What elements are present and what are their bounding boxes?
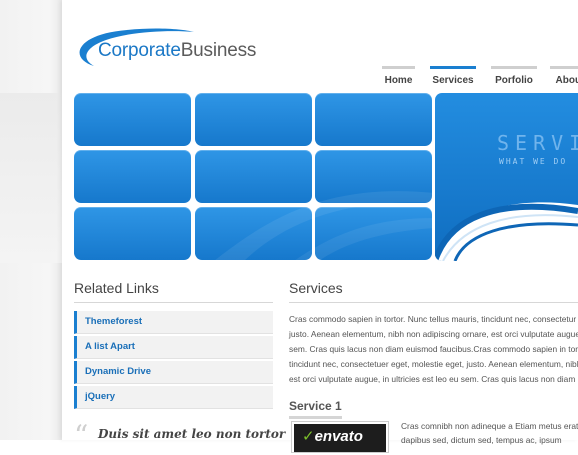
- service-1-thumbnail[interactable]: ✓envato: [291, 421, 389, 453]
- page: CorporateBusiness Home Services Porfolio…: [62, 0, 578, 453]
- hero-wave-overlay: [214, 191, 435, 261]
- service-text-line: dapibus sed, dictum sed, tempus ac, ipsu…: [401, 435, 562, 445]
- nav-services[interactable]: Services: [430, 66, 476, 93]
- nav-about[interactable]: About: [550, 66, 578, 93]
- services-paragraph: Cras commodo sapien in tortor. Nunc tell…: [289, 312, 578, 387]
- page-title: Services: [289, 280, 578, 303]
- hero-swoosh: [435, 202, 578, 261]
- related-links-list: Themeforest A list Apart Dynamic Drive j…: [74, 311, 273, 409]
- paragraph-line: sem. Cras quis lacus non diam euismod fa…: [289, 344, 578, 354]
- quote-icon: “: [74, 419, 89, 452]
- link-a-list-apart[interactable]: A list Apart: [74, 336, 273, 359]
- thumb-label: envato: [314, 428, 363, 445]
- link-jquery[interactable]: jQuery: [74, 386, 273, 409]
- paragraph-line: tincidunt nec, consectetuer eget, molest…: [289, 359, 578, 369]
- logo-text: CorporateBusiness: [98, 40, 256, 62]
- logo-word-corporate: Corporate: [98, 40, 181, 61]
- logo[interactable]: CorporateBusiness: [72, 22, 272, 68]
- service-text-line: Cras comnibh non adineque a Etiam metus …: [401, 421, 578, 431]
- service-1-heading: Service 1: [289, 399, 342, 419]
- logo-word-business: Business: [180, 40, 257, 61]
- service-1-text: Cras comnibh non adineque a Etiam metus …: [401, 419, 578, 447]
- envato-logo: ✓envato: [294, 424, 386, 452]
- left-gutter-band: [0, 93, 62, 263]
- paragraph-line: est orci vulputate augue, in ultricies e…: [289, 374, 576, 384]
- paragraph-line: Cras commodo sapien in tortor. Nunc tell…: [289, 314, 577, 324]
- paragraph-line: justo. Aenean elementum, nibh non adipis…: [289, 329, 578, 339]
- testimonial-quote: “ Duis sit amet leo non tortor: [74, 419, 285, 455]
- sidebar-heading: Related Links: [74, 280, 273, 303]
- nav-portfolio[interactable]: Porfolio: [491, 66, 537, 93]
- main-content: Services Cras commodo sapien in tortor. …: [289, 280, 578, 453]
- hero-services-panel: SERVICES WHAT WE DO: [435, 93, 578, 261]
- link-themeforest[interactable]: Themeforest: [74, 311, 273, 334]
- link-dynamic-drive[interactable]: Dynamic Drive: [74, 361, 273, 384]
- nav-home[interactable]: Home: [382, 66, 415, 93]
- quote-text: Duis sit amet leo non tortor: [98, 427, 286, 441]
- hero-banner: SERVICES WHAT WE DO: [74, 93, 578, 261]
- check-icon: ✓: [302, 428, 315, 445]
- sidebar: Related Links Themeforest A list Apart D…: [74, 280, 285, 455]
